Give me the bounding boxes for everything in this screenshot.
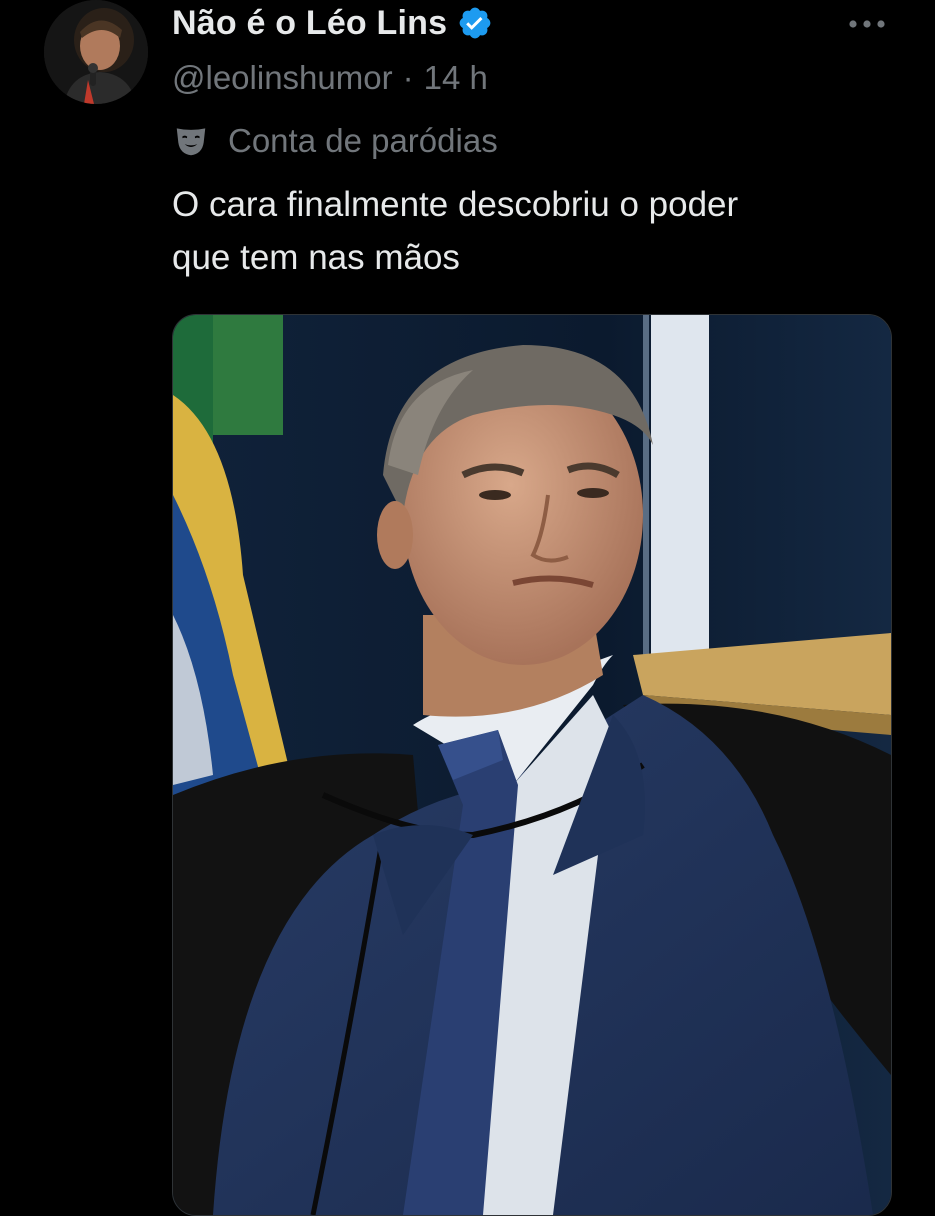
tweet-text: O cara finalmente descobriu o poder que …	[172, 178, 872, 284]
parody-account-label: Conta de paródias	[172, 118, 498, 164]
more-options-icon	[849, 20, 885, 28]
avatar-image	[44, 0, 148, 104]
verified-badge-icon	[457, 5, 493, 41]
meta-separator: ·	[402, 59, 414, 96]
author-avatar[interactable]	[44, 0, 148, 104]
parody-mask-icon	[172, 122, 210, 160]
tweet-media-image[interactable]	[172, 314, 892, 1216]
parody-label-text: Conta de paródias	[228, 122, 498, 159]
tweet-timestamp[interactable]: 14 h	[424, 59, 488, 97]
author-meta-row: @leolinshumor · 14 h	[172, 56, 488, 100]
tweet-text-line: O cara finalmente descobriu o poder	[172, 185, 739, 224]
more-options-button[interactable]	[847, 12, 887, 36]
author-handle[interactable]: @leolinshumor	[172, 59, 393, 97]
media-photo	[173, 315, 891, 1215]
tweet-text-line: que tem nas mãos	[172, 238, 460, 277]
author-name-row: Não é o Léo Lins	[172, 0, 493, 46]
tweet[interactable]: Não é o Léo Lins @leolinshumor · 14 h Co…	[0, 0, 935, 1216]
author-display-name[interactable]: Não é o Léo Lins	[172, 4, 447, 43]
